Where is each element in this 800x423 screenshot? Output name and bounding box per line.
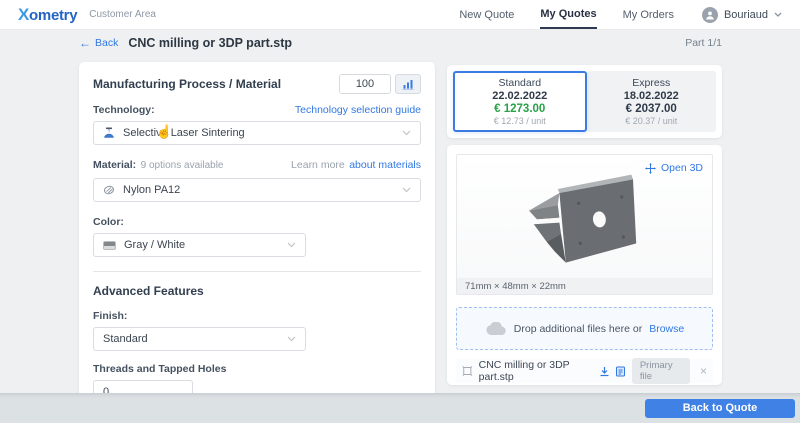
chevron-down-icon [402,187,411,193]
cursor-hand-icon: ☝ [156,124,172,140]
chevron-down-icon [287,336,296,342]
section-divider [93,271,421,272]
xometry-logo: Xometry [18,5,77,25]
option-name: Express [632,77,670,89]
nav-new-quote[interactable]: New Quote [459,0,514,29]
file-name: CNC milling or 3DP part.stp [479,359,593,383]
option-total: € 1273.00 [494,103,545,115]
part-render [457,163,712,278]
open-3d-link[interactable]: Open 3D [645,162,703,174]
option-unit-price: € 12.73 / unit [494,116,546,126]
nav-my-orders[interactable]: My Orders [623,0,674,29]
back-label: Back [95,37,118,49]
main-nav: New Quote My Quotes My Orders [459,0,674,29]
material-dropdown[interactable]: Nylon PA12 [93,178,421,202]
remove-file-icon[interactable]: × [700,365,707,377]
material-options-note: 9 options available [141,160,224,171]
color-dropdown[interactable]: Gray / White [93,233,306,257]
finish-label: Finish: [93,310,421,322]
price-option-express[interactable]: Express 18.02.2022 € 2037.00 € 20.37 / u… [587,71,717,132]
manufacturing-card: Manufacturing Process / Material Technol… [79,62,435,410]
back-arrow-icon: ← [79,37,91,49]
top-bar: Xometry Customer Area New Quote My Quote… [0,0,800,30]
chevron-down-icon [287,242,296,248]
finish-dropdown[interactable]: Standard [93,327,306,351]
option-date: 22.02.2022 [492,90,547,102]
section-title-advanced: Advanced Features [93,284,421,298]
part-dimensions: 71mm × 48mm × 22mm [457,278,712,294]
quantity-input[interactable] [339,74,391,94]
move-3d-icon [645,163,656,174]
threads-label: Threads and Tapped Holes [93,363,421,375]
logo-x: X [18,5,29,24]
sls-technology-icon [103,127,115,139]
technology-guide-link[interactable]: Technology selection guide [295,104,421,116]
part-indicator: Part 1/1 [685,37,722,49]
uploaded-file-row: CNC milling or 3DP part.stp Primary file… [456,359,713,383]
color-swatch-icon [103,241,116,250]
footer-bar: Back to Quote [0,393,800,423]
material-icon [103,184,115,196]
open-3d-label: Open 3D [661,162,703,174]
pricing-card: Standard 22.02.2022 € 1273.00 € 12.73 / … [447,65,722,138]
part-3d-model [505,165,665,277]
download-icon[interactable] [599,366,610,377]
chevron-down-icon [774,12,782,17]
user-name: Bouriaud [724,9,768,21]
about-materials-link[interactable]: about materials [349,159,421,171]
person-icon [705,10,715,20]
option-total: € 2037.00 [626,103,677,115]
learn-more-text: Learn more [291,159,345,171]
technology-label: Technology: [93,104,155,116]
material-label: Material: [93,159,136,171]
option-unit-price: € 20.37 / unit [625,116,677,126]
file-preview-icon[interactable] [615,366,626,377]
material-learn-group: Learn more about materials [291,155,421,173]
section-title-manufacturing: Manufacturing Process / Material [93,77,281,91]
option-date: 18.02.2022 [624,90,679,102]
page-title: CNC milling or 3DP part.stp [128,36,292,50]
bar-chart-icon [402,79,414,90]
part-viewer[interactable]: Open 3D 71mm × 48mm × 2 [456,154,713,295]
back-to-quote-button[interactable]: Back to Quote [645,399,795,418]
price-option-standard[interactable]: Standard 22.02.2022 € 1273.00 € 12.73 / … [453,71,587,132]
primary-file-badge: Primary file [632,358,690,384]
technology-value: Selective Laser Sintering [123,127,245,139]
subheader: ← Back CNC milling or 3DP part.stp Part … [79,36,722,50]
screen: Xometry Customer Area New Quote My Quote… [0,0,800,423]
option-name: Standard [498,77,541,89]
quantity-group [339,74,421,94]
part-file-icon [462,365,473,377]
cloud-upload-icon [485,322,507,336]
color-value: Gray / White [124,239,185,251]
nav-my-quotes[interactable]: My Quotes [540,0,596,29]
file-drop-zone[interactable]: Drop additional files here or Browse [456,307,713,350]
back-link[interactable]: ← Back [79,37,118,49]
logo-rest: ometry [29,7,77,24]
price-chart-button[interactable] [395,74,421,94]
file-actions [599,366,626,377]
customer-area-label: Customer Area [89,9,156,20]
color-label: Color: [93,216,124,228]
avatar [702,7,718,23]
finish-value: Standard [103,333,148,345]
material-label-group: Material: 9 options available [93,155,223,173]
technology-dropdown[interactable]: Selective Laser Sintering [93,121,421,145]
chevron-down-icon [402,130,411,136]
material-value: Nylon PA12 [123,184,180,196]
brand[interactable]: Xometry Customer Area [18,0,156,29]
browse-link[interactable]: Browse [649,323,684,335]
part-viewer-card: Open 3D 71mm × 48mm × 2 [447,145,722,385]
drop-zone-text: Drop additional files here or [514,323,642,335]
user-menu[interactable]: Bouriaud [702,0,782,29]
